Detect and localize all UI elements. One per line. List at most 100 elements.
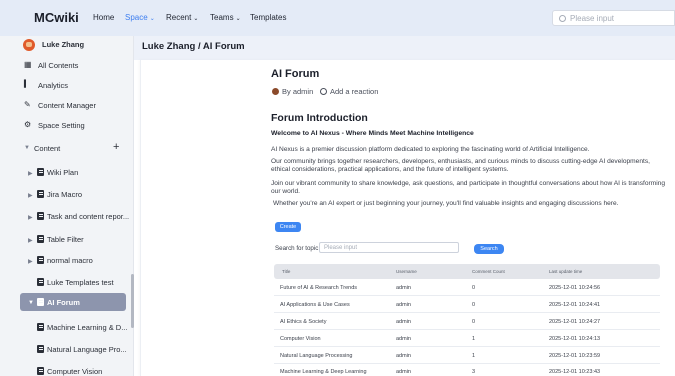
cell-title[interactable]: Machine Learning & Deep Learning [280, 369, 367, 375]
tree-item-table-filter[interactable]: Table Filter [47, 235, 84, 244]
document-icon [37, 278, 44, 286]
nav-recent[interactable]: Recent ⌄ [166, 13, 198, 22]
topic-search-input[interactable]: Please input [319, 242, 459, 253]
intro-paragraph: AI Nexus is a premier discussion platfor… [271, 146, 590, 153]
pencil-icon: ✎ [24, 100, 31, 109]
page-title: AI Forum [271, 68, 320, 80]
document-icon [37, 298, 44, 306]
document-icon [37, 190, 44, 198]
nav-space[interactable]: Space ⌄ [125, 13, 155, 22]
column-title[interactable]: Title [282, 269, 290, 274]
document-icon [37, 323, 44, 331]
cell-title[interactable]: Future of AI & Research Trends [280, 285, 357, 291]
sidebar-scrollbar[interactable] [131, 274, 134, 328]
chevron-down-icon: ⌄ [149, 16, 155, 22]
column-last-update[interactable]: Last update time [549, 269, 582, 274]
document-icon [37, 256, 44, 264]
tree-item-jira-macro[interactable]: Jira Macro [47, 190, 82, 199]
welcome-heading: Welcome to AI Nexus - Where Minds Meet M… [271, 130, 474, 137]
sidebar-item-analytics[interactable]: Analytics [38, 81, 68, 90]
author-avatar-icon [272, 88, 279, 95]
cell-comment-count: 3 [472, 369, 476, 375]
cell-username: admin [396, 353, 411, 359]
tree-item-ai-forum[interactable]: AI Forum [47, 298, 80, 307]
breadcrumb[interactable]: Luke Zhang / AI Forum [142, 41, 245, 52]
tree-item-computer-vision[interactable]: Computer Vision [47, 367, 102, 376]
tree-item-nlp[interactable]: Natural Language Pro... [47, 345, 127, 354]
chevron-right-icon[interactable]: ▶ [28, 170, 33, 177]
nav-templates[interactable]: Templates [250, 13, 286, 22]
chevron-right-icon[interactable]: ▶ [28, 214, 33, 221]
sidebar-item-all-contents[interactable]: All Contents [38, 61, 78, 70]
tree-item-wiki-plan[interactable]: Wiki Plan [47, 168, 78, 177]
author-meta: By admin [272, 87, 313, 96]
tree-item-task-report[interactable]: Task and content repor... [47, 212, 129, 221]
search-topic-label: Search for topic [275, 245, 319, 252]
cell-last-update: 2025-12-01 10:23:43 [549, 369, 601, 375]
smile-icon [320, 88, 327, 95]
intro-paragraph: Our community brings together researcher… [271, 158, 650, 173]
cell-last-update: 2025-12-01 10:24:13 [549, 336, 601, 342]
chevron-down-icon[interactable]: ▼ [24, 145, 30, 151]
cell-title[interactable]: Natural Language Processing [280, 353, 352, 359]
nav-home[interactable]: Home [93, 13, 114, 22]
cell-title[interactable]: AI Ethics & Society [280, 319, 326, 325]
create-button[interactable]: Create [275, 222, 301, 232]
cell-comment-count: 1 [472, 336, 476, 342]
document-icon [37, 168, 44, 176]
table-row[interactable]: Natural Language Processing admin 1 2025… [274, 348, 660, 364]
tree-item-machine-learning[interactable]: Machine Learning & D... [47, 323, 127, 332]
add-content-button[interactable]: + [113, 141, 119, 153]
cell-comment-count: 0 [472, 285, 476, 291]
chevron-right-icon[interactable]: ▶ [28, 258, 33, 265]
table-row[interactable]: Machine Learning & Deep Learning admin 3… [274, 364, 660, 376]
avatar[interactable] [23, 39, 35, 51]
sidebar-item-space-setting[interactable]: Space Setting [38, 121, 85, 130]
chevron-down-icon: ⌄ [235, 16, 241, 22]
table-row[interactable]: Computer Vision admin 1 2025-12-01 10:24… [274, 331, 660, 347]
cell-username: admin [396, 319, 411, 325]
cell-last-update: 2025-12-01 10:24:56 [549, 285, 601, 291]
tree-item-normal-macro[interactable]: normal macro [47, 256, 93, 265]
cell-title[interactable]: Computer Vision [280, 336, 321, 342]
document-icon [37, 367, 44, 375]
document-icon [37, 235, 44, 243]
cell-comment-count: 0 [472, 302, 476, 308]
cell-last-update: 2025-12-01 10:23:59 [549, 353, 601, 359]
app-logo[interactable]: MCwiki [34, 10, 79, 25]
column-comment-count[interactable]: Comment Count [472, 269, 505, 274]
intro-paragraph: Whether you're an AI expert or just begi… [273, 200, 619, 207]
cell-last-update: 2025-12-01 10:24:27 [549, 319, 601, 325]
analytics-icon: ▍ [24, 81, 30, 88]
chevron-right-icon[interactable]: ▶ [28, 237, 33, 244]
cell-comment-count: 1 [472, 353, 476, 359]
cell-comment-count: 0 [472, 319, 476, 325]
top-nav: MCwiki Home Space ⌄ Recent ⌄ Teams ⌄ Templa… [0, 0, 675, 36]
cell-username: admin [396, 302, 411, 308]
nav-teams[interactable]: Teams ⌄ [210, 13, 241, 22]
table-row[interactable]: AI Applications & Use Cases admin 0 2025… [274, 297, 660, 313]
content-section-label[interactable]: Content [34, 144, 60, 153]
document-icon [37, 345, 44, 353]
gear-icon: ⚙ [24, 120, 32, 129]
cell-username: admin [396, 285, 411, 291]
user-name: Luke Zhang [42, 40, 85, 49]
table-row[interactable]: AI Ethics & Society admin 0 2025-12-01 1… [274, 314, 660, 330]
global-search-input[interactable]: Please input [552, 10, 675, 26]
cell-last-update: 2025-12-01 10:24:41 [549, 302, 601, 308]
column-username[interactable]: Username [396, 269, 417, 274]
grid-icon: ▦ [24, 60, 32, 69]
search-icon [559, 14, 566, 22]
sidebar-item-content-manager[interactable]: Content Manager [38, 101, 96, 110]
section-title: Forum Introduction [271, 112, 368, 124]
table-header: Title Username Comment Count Last update… [274, 264, 660, 279]
search-button[interactable]: Search [474, 244, 504, 254]
chevron-down-icon: ⌄ [193, 16, 199, 22]
chevron-right-icon[interactable]: ▶ [28, 192, 33, 199]
chevron-down-icon[interactable]: ▼ [28, 300, 34, 306]
tree-item-luke-templates[interactable]: Luke Templates test [47, 278, 114, 287]
table-row[interactable]: Future of AI & Research Trends admin 0 2… [274, 280, 660, 296]
cell-title[interactable]: AI Applications & Use Cases [280, 302, 350, 308]
document-icon [37, 212, 44, 220]
add-reaction-button[interactable]: Add a reaction [320, 87, 378, 96]
